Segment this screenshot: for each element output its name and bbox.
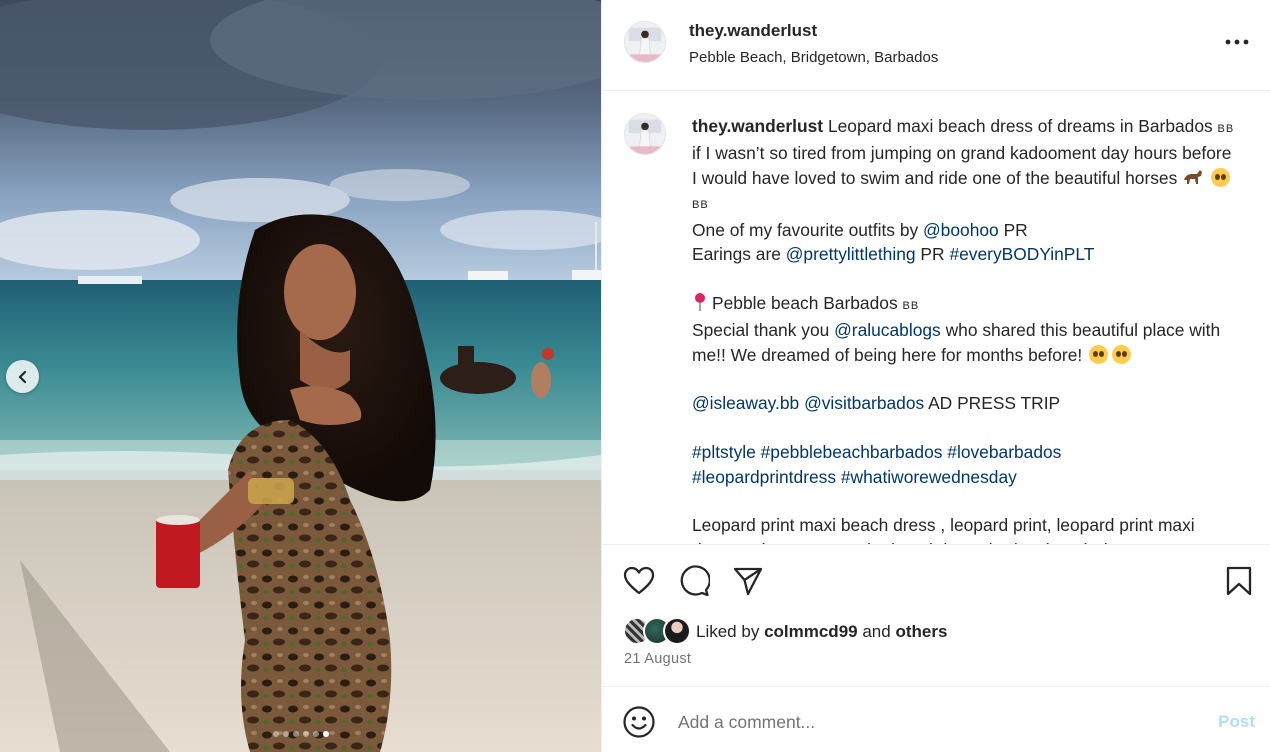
caption-text: Leopard print maxi beach dress , leopard… (692, 515, 1195, 544)
avatar-image (625, 22, 665, 62)
carousel-indicator (0, 731, 601, 737)
bookmark-icon (1226, 566, 1252, 596)
add-comment-bar: Post (602, 688, 1270, 752)
post-detail-panel: they.wanderlust Pebble Beach, Bridgetown… (601, 0, 1270, 752)
avatar-image (625, 114, 665, 154)
caption-text: PR (1003, 219, 1028, 240)
like-button[interactable] (622, 564, 656, 598)
caption-text: if I wasn’t so tired from jumping on gra… (692, 143, 1232, 188)
caption-username[interactable]: they.wanderlust (692, 116, 823, 136)
caption-text: PR (920, 244, 945, 265)
comment-bubble-icon (680, 565, 710, 597)
caption-text: Leopard maxi beach dress of dreams in Ba… (827, 116, 1213, 136)
save-button[interactable] (1222, 564, 1256, 598)
author-avatar[interactable] (624, 21, 666, 63)
post-media[interactable] (0, 0, 601, 752)
caption-text: Pebble beach Barbados (712, 292, 898, 313)
mention-link[interactable]: @isleaway.bb (692, 393, 799, 413)
hashtag-link[interactable]: #everyBODYinPLT (949, 244, 1094, 264)
chevron-left-icon (18, 370, 26, 383)
liked-by-avatars[interactable] (623, 617, 695, 645)
post-photo (0, 0, 601, 752)
mention-link[interactable]: @visitbarbados (804, 393, 924, 413)
liked-by-text: Liked by colmmcd99 and others (696, 622, 947, 642)
liked-by-prefix: Liked by (696, 622, 760, 641)
hashtag-link[interactable]: #leopardprintdress (692, 467, 836, 487)
carousel-dot (312, 731, 319, 737)
carousel-dot (322, 731, 329, 737)
post-comment-button[interactable]: Post (1218, 712, 1255, 732)
round-pushpin-icon (695, 292, 705, 311)
post-location[interactable]: Pebble Beach, Bridgetown, Barbados (689, 49, 938, 66)
more-options-icon (1225, 39, 1249, 45)
caption-text: Special thank you (692, 320, 830, 341)
pleading-face-emoji-icon (1211, 167, 1230, 187)
mention-link[interactable]: @ralucablogs (834, 320, 941, 340)
mention-link[interactable]: @prettylittlething (786, 244, 916, 264)
horse-emoji-icon (1184, 169, 1203, 184)
caption-text: Earings are (692, 244, 781, 265)
flag-emoji: BB (1217, 123, 1235, 135)
hashtag-link[interactable]: #pebblebeachbarbados (761, 442, 943, 462)
comments-section[interactable]: they.wanderlust Leopard maxi beach dress… (602, 92, 1270, 544)
paper-plane-icon (733, 567, 763, 596)
caption-text: One of my favourite outfits by (692, 219, 919, 240)
post-date[interactable]: 21 August (624, 651, 691, 667)
share-button[interactable] (731, 564, 765, 598)
more-options-button[interactable] (1223, 30, 1251, 54)
carousel-dot (292, 731, 299, 737)
liker-avatar (663, 617, 691, 645)
post-actions: Liked by colmmcd99 and others 21 August (602, 544, 1270, 687)
smiley-icon (623, 706, 655, 738)
mention-link[interactable]: @boohoo (923, 220, 999, 240)
flag-emoji: BB (692, 199, 709, 212)
comment-button[interactable] (677, 564, 711, 598)
liked-by-others-link[interactable]: others (895, 622, 947, 641)
pleading-face-emoji-icon (1112, 344, 1132, 364)
carousel-dot (272, 731, 279, 737)
pleading-face-emoji-icon (1089, 344, 1109, 364)
carousel-prev-button[interactable] (6, 360, 39, 393)
caption-text: AD PRESS TRIP (928, 393, 1061, 414)
carousel-dot (282, 731, 289, 737)
heart-icon (623, 566, 655, 595)
hashtag-link[interactable]: #lovebarbados (947, 442, 1061, 462)
hashtag-link[interactable]: #whatiworewednesday (841, 467, 1017, 487)
post-header: they.wanderlust Pebble Beach, Bridgetown… (602, 0, 1270, 91)
flag-emoji: BB (902, 299, 920, 312)
author-username[interactable]: they.wanderlust (689, 21, 817, 41)
liked-by-user-link[interactable]: colmmcd99 (764, 622, 858, 641)
post-caption: they.wanderlust Leopard maxi beach dress… (692, 114, 1237, 544)
emoji-picker-button[interactable] (622, 705, 656, 739)
liked-by-and: and (862, 622, 891, 641)
hashtag-link[interactable]: #pltstyle (692, 442, 756, 462)
comment-input[interactable] (678, 706, 1198, 738)
carousel-dot (302, 731, 309, 737)
caption-author-avatar[interactable] (624, 113, 666, 155)
